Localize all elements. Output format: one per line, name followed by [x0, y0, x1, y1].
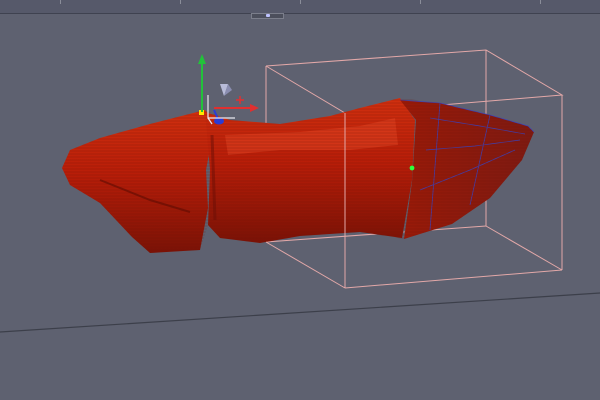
viewport-header-strip: [0, 0, 600, 14]
3d-object-mesh[interactable]: [62, 98, 535, 253]
modeler-window: [0, 0, 600, 400]
3d-viewport[interactable]: [0, 19, 600, 400]
splitter-grip-icon: [266, 14, 270, 17]
selected-vertex-icon[interactable]: [409, 165, 415, 171]
viewport-canvas[interactable]: [0, 19, 600, 400]
ground-grid-line: [0, 292, 600, 333]
